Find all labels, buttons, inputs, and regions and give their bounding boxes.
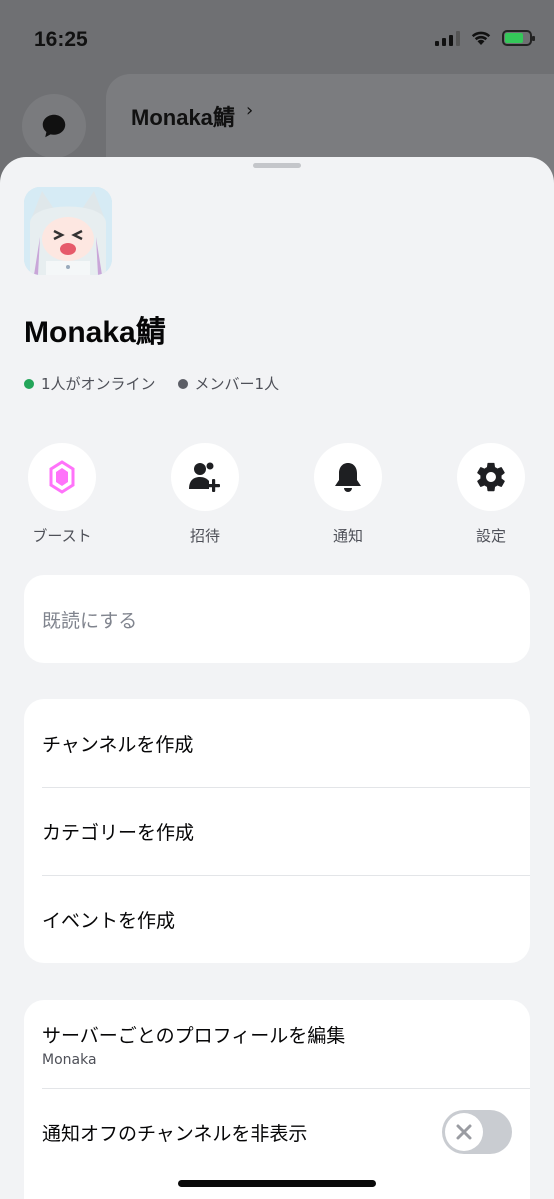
edit-server-profile-sub: Monaka — [42, 1051, 97, 1068]
settings-action[interactable]: 設定 — [446, 443, 536, 546]
quick-actions: ブースト 招待 通知 設定 — [0, 443, 554, 553]
boost-action[interactable]: ブースト — [17, 443, 107, 546]
boost-gem-icon — [49, 460, 75, 494]
online-count: 1人がオンライン — [24, 373, 156, 394]
boost-button[interactable] — [28, 443, 96, 511]
status-time: 16:25 — [34, 28, 88, 51]
background-server-name: Monaka鯖 — [131, 105, 235, 130]
profile-menu-card: サーバーごとのプロフィールを編集 Monaka 通知オフのチャンネルを非表示 — [24, 1000, 530, 1199]
hide-muted-channels-label: 通知オフのチャンネルを非表示 — [42, 1122, 308, 1145]
edit-server-profile-text: サーバーごとのプロフィールを編集 Monaka — [42, 1021, 512, 1068]
invite-action[interactable]: 招待 — [160, 443, 250, 546]
server-bottom-sheet: Monaka鯖 1人がオンライン メンバー1人 ブースト 招待 通知 設定 既読… — [0, 157, 554, 1199]
status-bar: 16:25 — [0, 0, 554, 80]
member-count-label: メンバー1人 — [194, 375, 280, 393]
invite-button[interactable] — [171, 443, 239, 511]
chevron-right-icon: › — [246, 100, 254, 121]
create-event-item[interactable]: イベントを作成 — [24, 875, 530, 963]
gear-icon — [477, 462, 505, 492]
hide-muted-channels-toggle[interactable] — [442, 1110, 512, 1154]
server-name: Monaka鯖 — [24, 316, 166, 349]
boost-label: ブースト — [32, 527, 92, 545]
battery-icon — [502, 30, 535, 46]
notification-button[interactable] — [314, 443, 382, 511]
server-icon — [24, 187, 112, 275]
settings-label: 設定 — [475, 527, 506, 545]
hide-muted-channels-item[interactable]: 通知オフのチャンネルを非表示 — [24, 1088, 530, 1176]
notification-label: 通知 — [332, 527, 363, 545]
wifi-icon — [471, 31, 491, 45]
online-count-label: 1人がオンライン — [41, 375, 156, 393]
online-dot-icon — [24, 378, 34, 389]
invite-label: 招待 — [189, 527, 220, 545]
close-icon — [456, 1124, 472, 1140]
sheet-grabber[interactable] — [253, 163, 301, 168]
mark-read-card: 既読にする — [24, 575, 530, 663]
home-indicator — [178, 1180, 376, 1187]
signal-icon — [435, 30, 460, 46]
status-icons — [435, 30, 535, 46]
create-channel-label: チャンネルを作成 — [42, 733, 194, 756]
create-channel-item[interactable]: チャンネルを作成 — [24, 699, 530, 787]
notification-action[interactable]: 通知 — [303, 443, 393, 546]
add-member-icon — [189, 462, 220, 492]
create-menu-card: チャンネルを作成 カテゴリーを作成 イベントを作成 — [24, 699, 530, 963]
bell-icon — [335, 463, 361, 492]
create-event-label: イベントを作成 — [42, 909, 176, 932]
member-count: メンバー1人 — [177, 373, 280, 394]
mark-read-label: 既読にする — [42, 609, 138, 632]
edit-server-profile-item[interactable]: サーバーごとのプロフィールを編集 Monaka — [24, 1000, 530, 1088]
settings-button[interactable] — [457, 443, 525, 511]
edit-server-profile-label: サーバーごとのプロフィールを編集 — [42, 1024, 346, 1047]
create-category-item[interactable]: カテゴリーを作成 — [24, 787, 530, 875]
server-avatar-image — [24, 187, 112, 275]
chat-bubble-icon — [42, 114, 66, 138]
create-category-label: カテゴリーを作成 — [42, 821, 195, 844]
server-status-row: 1人がオンライン メンバー1人 — [24, 373, 279, 394]
toggle-knob — [445, 1113, 483, 1151]
member-dot-icon — [177, 378, 188, 389]
mark-read-button[interactable]: 既読にする — [24, 575, 530, 663]
dm-button — [22, 94, 86, 158]
